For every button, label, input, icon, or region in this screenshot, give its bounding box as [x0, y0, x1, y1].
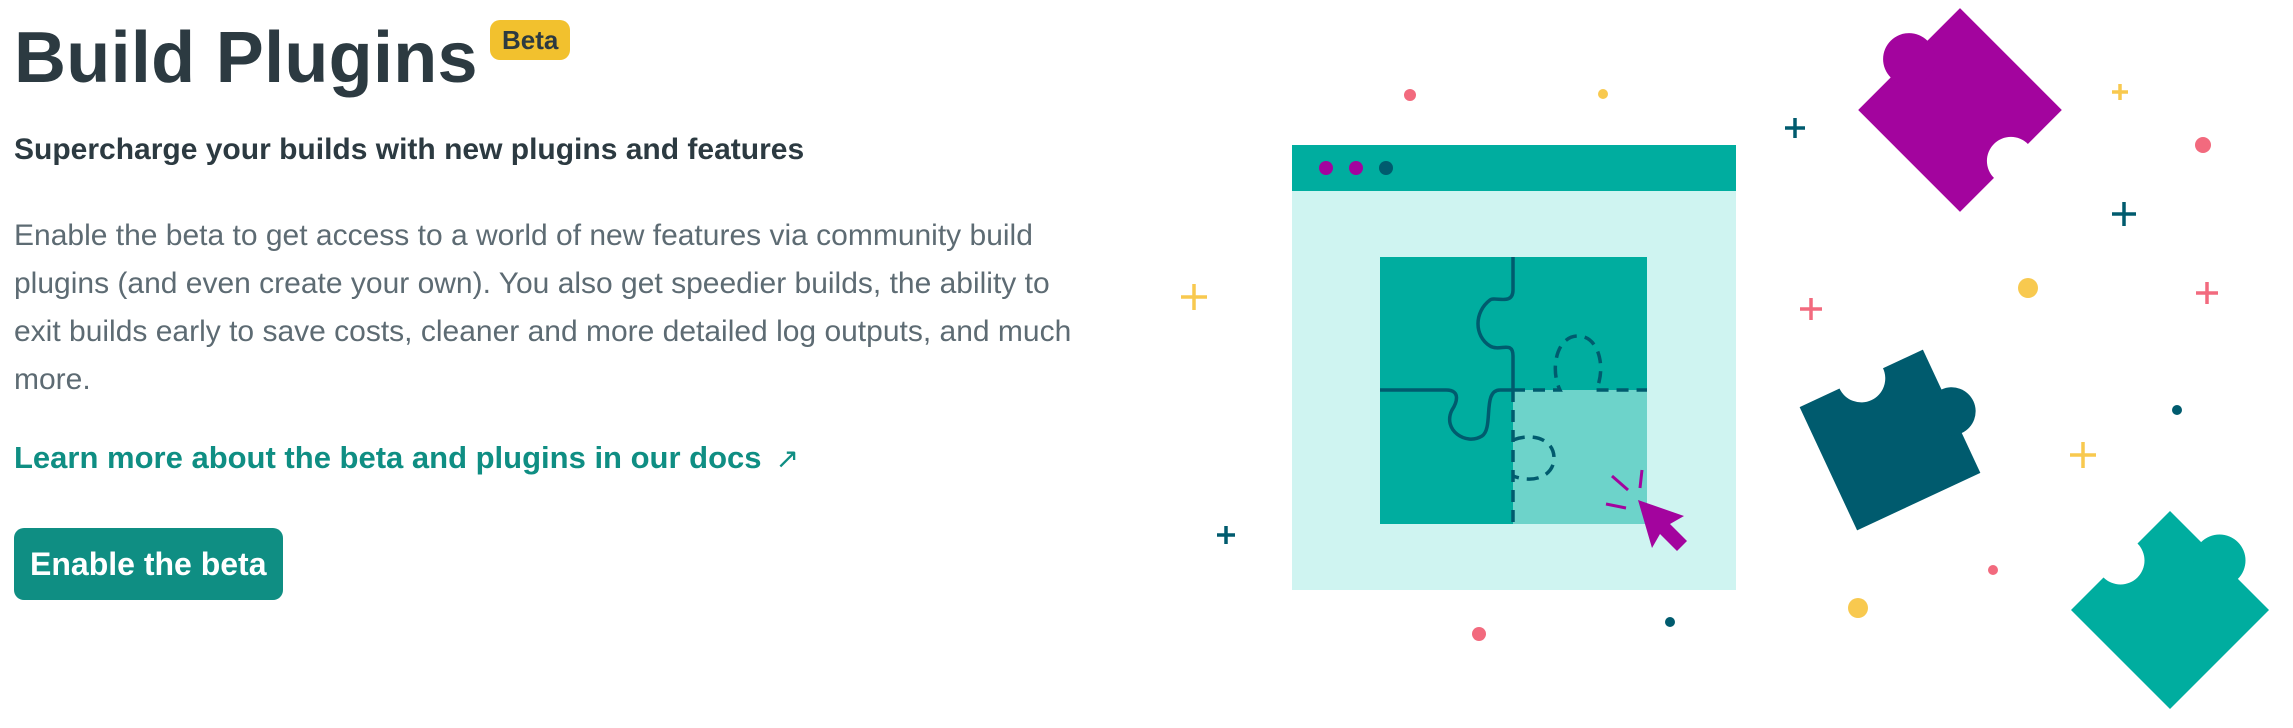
enable-beta-button[interactable]: Enable the beta: [14, 528, 283, 600]
dark-teal-puzzle-piece-icon: [1799, 349, 1981, 531]
browser-dot-icon: [1379, 161, 1393, 175]
title-row: Build Plugins Beta: [14, 0, 1134, 120]
page-title: Build Plugins: [14, 18, 478, 98]
browser-dot-icon: [1319, 161, 1333, 175]
docs-link[interactable]: Learn more about the beta and plugins in…: [14, 436, 799, 481]
description: Enable the beta to get access to a world…: [14, 219, 1072, 396]
subtitle: Supercharge your builds with new plugins…: [14, 133, 805, 166]
content-panel: Build Plugins Beta Supercharge your buil…: [14, 0, 1134, 600]
teal-puzzle-piece-icon: [2071, 511, 2269, 709]
beta-badge: Beta: [490, 20, 571, 60]
docs-link-label: Learn more about the beta and plugins in…: [14, 440, 762, 475]
browser-window-graphic: [1292, 145, 1736, 590]
missing-piece-slot: [1513, 390, 1647, 524]
plugins-illustration: [1181, 8, 2269, 709]
external-link-icon: ↗: [775, 443, 799, 474]
magenta-puzzle-piece-icon: [1858, 8, 2062, 212]
browser-dot-icon: [1349, 161, 1363, 175]
